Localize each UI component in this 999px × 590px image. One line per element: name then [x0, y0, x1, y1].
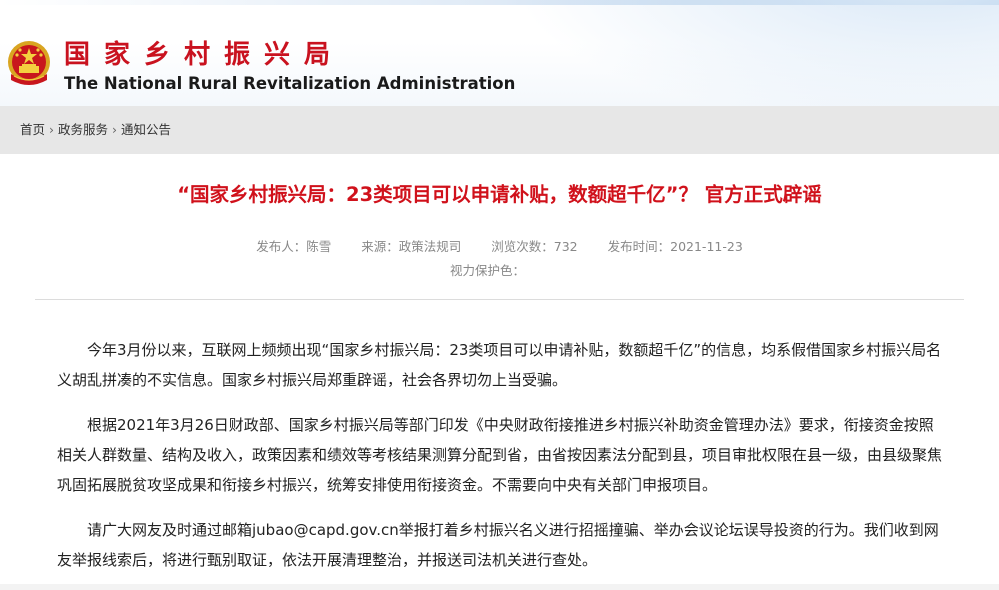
article-paragraph: 今年3月份以来，互联网上频频出现“国家乡村振兴局：23类项目可以申请补贴，数额超… — [57, 341, 942, 389]
article-meta: 发布人：陈雪 来源：政策法规司 浏览次数：732 发布时间：2021-11-23 — [0, 238, 999, 256]
site-title-cn[interactable]: 国家乡村振兴局 — [64, 38, 344, 72]
meta-date-label: 发布时间： — [607, 239, 671, 254]
meta-date-value: 2021-11-23 — [670, 239, 743, 254]
national-emblem-icon[interactable] — [6, 38, 52, 90]
meta-date: 发布时间：2021-11-23 — [608, 239, 743, 254]
site-title-en[interactable]: The National Rural Revitalization Admini… — [64, 72, 515, 96]
meta-publisher-label: 发布人： — [256, 239, 307, 254]
breadcrumb-government-services-link[interactable]: 政务服务 — [58, 122, 108, 137]
meta-views: 浏览次数：732 — [491, 239, 577, 254]
meta-source-label: 来源： — [361, 239, 399, 254]
meta-publisher-value: 陈雪 — [306, 239, 332, 254]
breadcrumb-notices-link[interactable]: 通知公告 — [121, 122, 171, 137]
breadcrumb-separator: › — [112, 122, 118, 137]
meta-views-value: 732 — [553, 239, 578, 254]
article-paragraph: 根据2021年3月26日财政部、国家乡村振兴局等部门印发《中央财政衔接推进乡村振… — [57, 416, 943, 494]
article-container: “国家乡村振兴局：23类项目可以申请补贴，数额超千亿”？ 官方正式辟谣 发布人：… — [0, 154, 999, 584]
meta-publisher: 发布人：陈雪 — [256, 239, 331, 254]
meta-views-label: 浏览次数： — [491, 239, 554, 254]
site-header: 国家乡村振兴局 The National Rural Revitalizatio… — [0, 0, 999, 106]
divider — [35, 299, 964, 300]
header-decoration — [479, 0, 999, 106]
article-title: “国家乡村振兴局：23类项目可以申请补贴，数额超千亿”？ 官方正式辟谣 — [177, 183, 822, 206]
meta-source: 来源：政策法规司 — [361, 239, 461, 254]
breadcrumb: 首页 › 政务服务 › 通知公告 — [0, 106, 999, 154]
meta-source-value: 政策法规司 — [398, 239, 462, 254]
breadcrumb-separator: › — [49, 122, 55, 137]
breadcrumb-home-link[interactable]: 首页 — [20, 122, 45, 137]
article-body: 今年3月份以来，互联网上频频出现“国家乡村振兴局：23类项目可以申请补贴，数额超… — [57, 335, 942, 590]
eye-protection-color-label[interactable]: 视力保护色： — [450, 262, 525, 280]
article-paragraph: 请广大网友及时通过邮箱jubao@capd.gov.cn举报打着乡村振兴名义进行… — [57, 521, 939, 569]
